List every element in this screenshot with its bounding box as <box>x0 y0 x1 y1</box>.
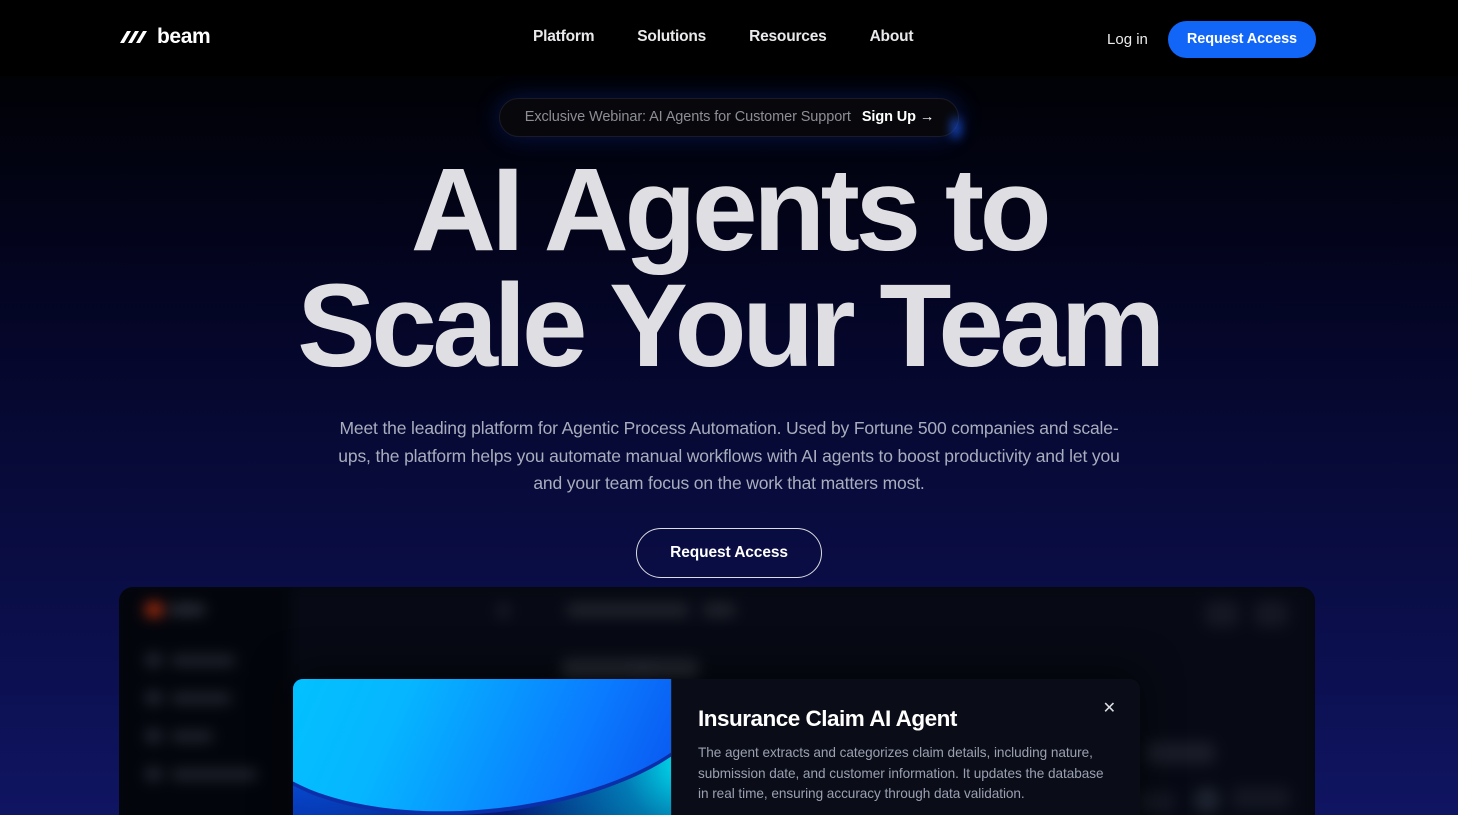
agent-card-title: Insurance Claim AI Agent <box>698 706 957 731</box>
hero-section: AI Agents to Scale Your Team Meet the le… <box>0 144 1458 579</box>
brand-name: beam <box>157 25 211 48</box>
agent-card-description: The agent extracts and categorizes claim… <box>698 745 1104 802</box>
sidebar-item-icon <box>146 653 161 667</box>
sidebar-item-icon <box>146 729 161 743</box>
card-wave-top <box>293 679 671 815</box>
dashboard-sidebar <box>119 587 291 815</box>
landing-page: beam Platform Solutions Resources About … <box>0 0 1458 815</box>
agent-card-body: Insurance Claim AI Agent The agent extra… <box>671 679 1140 815</box>
webinar-banner-text: Exclusive Webinar: AI Agents for Custome… <box>524 109 851 125</box>
brand-logo[interactable]: beam <box>118 25 211 49</box>
dashboard-avatar <box>1194 787 1220 813</box>
dashboard-logo-text <box>169 604 205 615</box>
dashboard-tab[interactable] <box>562 663 634 678</box>
dashboard-logo-icon <box>146 603 162 616</box>
nav-links: Platform Solutions Resources About <box>533 28 914 46</box>
request-access-button[interactable]: Request Access <box>1167 21 1316 58</box>
close-icon[interactable]: ✕ <box>1103 701 1116 717</box>
sidebar-item-icon <box>146 767 161 781</box>
hero-subheading: Meet the leading platform for Agentic Pr… <box>338 418 1120 494</box>
dashboard-toolbar-button[interactable] <box>1254 601 1288 627</box>
login-link[interactable]: Log in <box>1107 31 1148 48</box>
webinar-signup-link[interactable]: Sign Up → <box>862 109 935 125</box>
announcement-banner-wrapper: Exclusive Webinar: AI Agents for Custome… <box>0 98 1458 137</box>
dashboard-tab[interactable] <box>651 663 699 678</box>
hero-heading: AI Agents to Scale Your Team <box>297 144 1165 393</box>
dashboard-logo <box>146 603 205 616</box>
nav-link-platform[interactable]: Platform <box>533 28 594 46</box>
agent-card-image <box>293 679 671 815</box>
dashboard-breadcrumb-current <box>703 604 735 616</box>
nav-link-solutions[interactable]: Solutions <box>637 28 706 46</box>
sidebar-item-icon <box>146 691 161 705</box>
nav-link-about[interactable]: About <box>870 28 914 46</box>
top-navigation-bar: beam Platform Solutions Resources About … <box>0 0 1458 76</box>
dashboard-sidebar-item[interactable] <box>146 729 213 743</box>
dashboard-sidebar-item[interactable] <box>146 653 235 667</box>
dashboard-widget <box>1232 787 1290 809</box>
webinar-banner[interactable]: Exclusive Webinar: AI Agents for Custome… <box>498 98 960 137</box>
nav-actions: Log in Request Access <box>1107 21 1316 58</box>
sidebar-item-label <box>171 768 257 780</box>
sidebar-item-label <box>171 654 235 666</box>
sidebar-item-label <box>171 730 213 742</box>
dashboard-widget <box>1145 742 1215 764</box>
sidebar-item-label <box>171 692 231 704</box>
dashboard-collapse-icon[interactable] <box>498 604 509 617</box>
dashboard-toolbar-button[interactable] <box>1205 601 1239 627</box>
dashboard-widget <box>1135 792 1175 812</box>
dashboard-breadcrumb[interactable] <box>567 604 689 616</box>
beam-slashes-logo-icon <box>120 31 147 43</box>
hero-request-access-button[interactable]: Request Access <box>636 528 822 579</box>
dashboard-sidebar-item[interactable] <box>146 767 257 781</box>
agent-detail-card: Insurance Claim AI Agent The agent extra… <box>293 679 1140 815</box>
nav-link-resources[interactable]: Resources <box>749 28 827 46</box>
dashboard-sidebar-item[interactable] <box>146 691 231 705</box>
